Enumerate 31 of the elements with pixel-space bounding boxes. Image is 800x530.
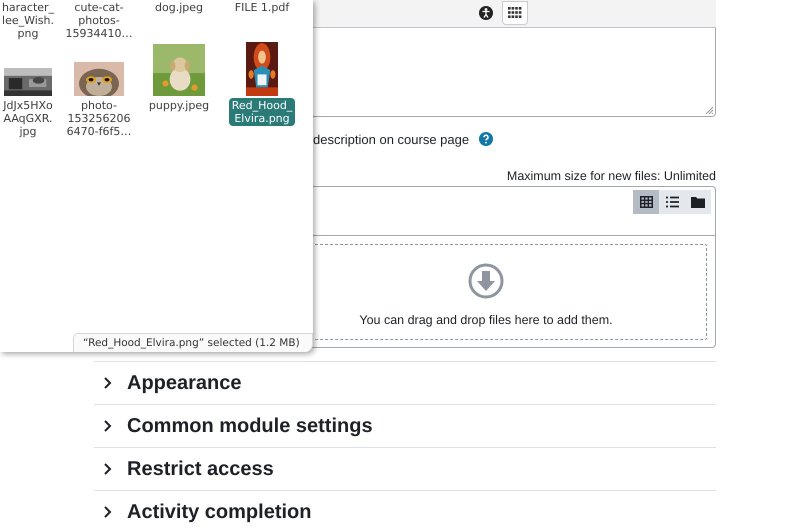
list-icon: [666, 196, 678, 208]
folder-icon: [691, 196, 705, 208]
section-title[interactable]: Appearance: [127, 372, 242, 394]
grid-icon: [508, 7, 522, 19]
drop-hint: You can drag and drop files here to add them.: [359, 313, 613, 327]
chevron-icon[interactable]: [103, 376, 113, 390]
chevron-icon[interactable]: [103, 462, 113, 476]
file-name[interactable]: Red_Hood_ Elvira.png: [228, 98, 296, 126]
chevron-icon[interactable]: [103, 419, 113, 433]
checkbox-label: description on course page: [313, 132, 470, 146]
chevron-icon[interactable]: [103, 505, 113, 519]
view-button[interactable]: [633, 190, 659, 214]
file-name[interactable]: dog.jpeg: [152, 0, 206, 15]
view-button[interactable]: [659, 190, 685, 214]
section-title[interactable]: Restrict access: [127, 458, 274, 480]
file-name[interactable]: JdJx5HXo AAqGXR. jpg: [0, 98, 56, 139]
max-size-text: Maximum size for new files: Unlimited: [506, 169, 716, 183]
file-name[interactable]: cute-cat- photos- 15934410…: [62, 0, 136, 41]
section-title[interactable]: Activity completion: [127, 500, 312, 524]
resize-grip-icon[interactable]: [705, 106, 713, 114]
selection-status: “Red_Hood_Elvira.png” selected (1.2 MB): [73, 333, 313, 352]
section-title[interactable]: Common module settings: [127, 414, 373, 438]
file-name[interactable]: puppy.jpeg: [146, 98, 212, 113]
file-name[interactable]: haracter_ lee_Wish. png: [0, 0, 58, 41]
more-button[interactable]: [502, 1, 528, 25]
view-button[interactable]: [685, 190, 711, 214]
file-name[interactable]: photo- 153256206 6470-f6f5…: [64, 98, 134, 139]
person-icon: [479, 6, 493, 20]
file-name[interactable]: FILE 1.pdf: [232, 0, 292, 15]
help-icon[interactable]: [479, 132, 494, 146]
grid-icon: [640, 196, 652, 208]
